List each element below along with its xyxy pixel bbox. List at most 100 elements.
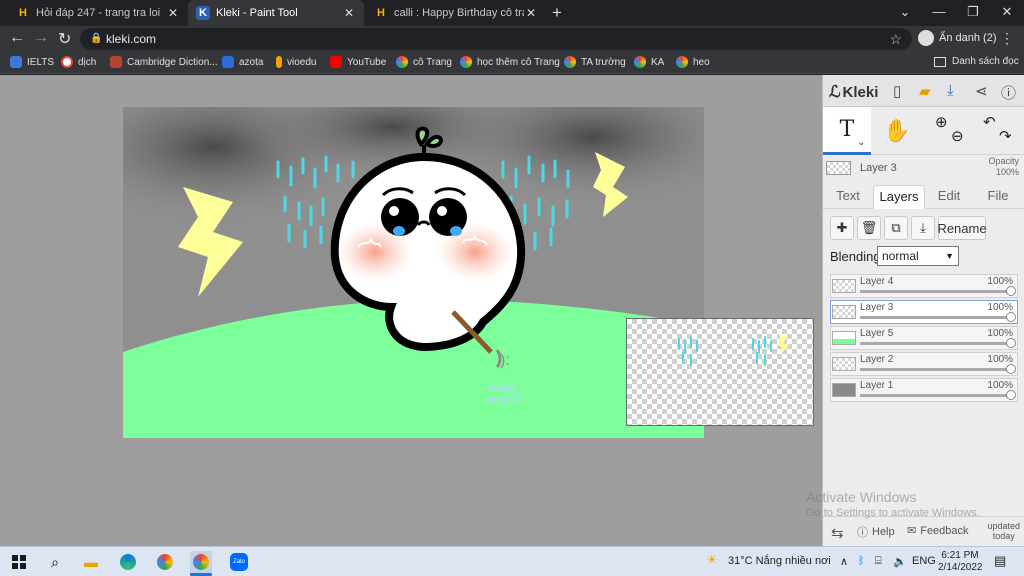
bookmark-item[interactable]: heo: [676, 56, 710, 68]
reading-list-label: Danh sách đọc: [952, 56, 1019, 67]
file-explorer-icon[interactable]: ▬: [80, 551, 102, 573]
layer-item[interactable]: Layer 4 100%: [830, 274, 1018, 298]
duplicate-layer-button[interactable]: ⧉: [884, 216, 908, 240]
download-icon[interactable]: ⤓: [947, 82, 954, 99]
close-icon[interactable]: ✕: [524, 6, 538, 20]
reading-list-button[interactable]: Danh sách đọc: [934, 56, 1019, 67]
back-button[interactable]: ←: [9, 29, 25, 47]
clock[interactable]: 6:21 PM 2/14/2022: [938, 550, 983, 574]
layer-opacity-slider[interactable]: [860, 338, 1016, 348]
slider-knob[interactable]: [1006, 338, 1016, 348]
merge-layer-button[interactable]: ⤓: [911, 216, 935, 240]
feedback-label: Feedback: [920, 524, 969, 537]
bookmark-item[interactable]: YouTube: [330, 56, 386, 68]
blending-select[interactable]: normal ▼: [877, 246, 959, 266]
open-folder-icon[interactable]: ▰: [919, 82, 931, 100]
cambridge-icon: [110, 56, 122, 68]
slider-fill: [860, 290, 1013, 293]
hand-tool-button[interactable]: ✋: [873, 107, 921, 155]
layer-item[interactable]: Layer 1 100%: [830, 378, 1018, 402]
zalo-icon[interactable]: Zalo: [228, 551, 250, 573]
close-icon[interactable]: ✕: [342, 6, 356, 20]
slider-knob[interactable]: [1006, 312, 1016, 322]
reload-button[interactable]: ↻: [58, 29, 71, 49]
slider-fill: [860, 316, 1013, 319]
help-link[interactable]: ⓘ Help: [857, 524, 895, 540]
layer-item[interactable]: Layer 2 100%: [830, 352, 1018, 376]
vioedu-icon: [276, 56, 282, 68]
delete-layer-button[interactable]: 🗑: [857, 216, 881, 240]
swap-icon[interactable]: ⇆: [831, 524, 844, 542]
tab-hoidap[interactable]: H Hỏi đáp 247 - trang tra loi ✕: [8, 0, 188, 26]
layer-opacity-slider[interactable]: [860, 364, 1016, 374]
bookmark-label: heo: [693, 56, 710, 68]
bookmark-item[interactable]: TA trường: [564, 56, 626, 68]
add-layer-button[interactable]: ✚: [830, 216, 854, 240]
minimize-button[interactable]: —: [922, 0, 956, 26]
browser-menu-icon[interactable]: ⋮: [1000, 30, 1014, 47]
network-icon[interactable]: ⌸: [875, 555, 882, 568]
close-icon[interactable]: ✕: [166, 6, 180, 20]
tab-kleki[interactable]: K Kleki - Paint Tool ✕: [188, 0, 364, 26]
tab-layers[interactable]: Layers: [873, 185, 925, 209]
share-icon[interactable]: ⋖: [975, 82, 988, 100]
lock-icon: 🔒: [90, 33, 103, 44]
rename-layer-button[interactable]: Rename: [937, 216, 987, 240]
bookmark-item[interactable]: IELTS: [10, 56, 54, 68]
bookmark-star-icon[interactable]: ☆: [889, 28, 902, 50]
forward-button[interactable]: →: [33, 29, 49, 47]
kleki-favicon-icon: K: [196, 6, 210, 20]
help-icon[interactable]: ⓘ: [1001, 82, 1016, 103]
edge-icon[interactable]: [117, 551, 139, 573]
tab-file[interactable]: File: [975, 185, 1021, 209]
language-indicator[interactable]: ENG: [912, 555, 936, 567]
new-image-icon[interactable]: ▯: [893, 82, 901, 100]
volume-icon[interactable]: 🔈: [893, 555, 907, 568]
tray-expand-icon[interactable]: ∧: [840, 555, 848, 568]
undo-redo-buttons[interactable]: ↶ ↷: [975, 107, 1019, 155]
chrome-icon[interactable]: [154, 551, 176, 573]
layer-opacity-slider[interactable]: [860, 286, 1016, 296]
bookmark-item[interactable]: cô Trang: [396, 56, 452, 68]
weather-text[interactable]: 31°C Nắng nhiều nơi: [728, 555, 831, 567]
undo-icon[interactable]: ↶: [983, 113, 996, 131]
bookmark-item[interactable]: azota: [222, 56, 263, 68]
layer-opacity-slider[interactable]: [860, 390, 1016, 400]
close-window-button[interactable]: ✕: [990, 0, 1024, 26]
bluetooth-icon[interactable]: ᛒ: [858, 555, 865, 567]
redo-icon[interactable]: ↷: [999, 127, 1012, 145]
bookmark-item[interactable]: KA: [634, 56, 664, 68]
tab-search-button[interactable]: ⌄: [888, 0, 922, 26]
bookmark-item[interactable]: dịch: [61, 56, 96, 68]
windows-start-icon[interactable]: [8, 551, 30, 573]
bookmark-item[interactable]: học thêm cô Trang: [460, 56, 560, 68]
zoom-out-icon[interactable]: ⊖: [951, 127, 964, 145]
bookmark-item[interactable]: vioedu: [276, 56, 316, 68]
restore-button[interactable]: ❐: [956, 0, 990, 26]
new-tab-button[interactable]: +: [552, 3, 562, 23]
layer-item[interactable]: Layer 5 100%: [830, 326, 1018, 350]
chrome-icon: [564, 56, 576, 68]
current-layer-opacity: Opacity 100%: [988, 156, 1019, 178]
notification-icon[interactable]: ▤: [994, 553, 1006, 569]
incognito-profile-button[interactable]: Ẩn danh (2): [918, 30, 996, 46]
text-tool-button[interactable]: T ⌄: [823, 107, 871, 155]
tab-calli[interactable]: H calli : Happy Birthday cô trang trí ✕: [366, 0, 546, 26]
slider-knob[interactable]: [1006, 286, 1016, 296]
drawing-canvas[interactable]: ): reinny #hd247: [123, 107, 704, 438]
slider-knob[interactable]: [1006, 390, 1016, 400]
tab-edit[interactable]: Edit: [929, 185, 969, 209]
slider-knob[interactable]: [1006, 364, 1016, 374]
bookmark-item[interactable]: Cambridge Diction...: [110, 56, 218, 68]
zoom-in-icon[interactable]: ⊕: [935, 113, 948, 131]
chrome-icon: [396, 56, 408, 68]
feedback-link[interactable]: ✉ Feedback: [907, 524, 969, 538]
zoom-buttons[interactable]: ⊕ ⊖: [927, 107, 971, 155]
search-icon[interactable]: ⌕: [44, 551, 66, 573]
layer-opacity-slider[interactable]: [860, 312, 1016, 322]
layer-item-active[interactable]: Layer 3 100%: [830, 300, 1018, 324]
chrome-incognito-icon[interactable]: [190, 551, 212, 573]
kleki-logo[interactable]: ℒ Kleki: [829, 82, 878, 102]
address-bar[interactable]: 🔒 kleki.com ☆: [80, 28, 912, 50]
tab-text[interactable]: Text: [827, 185, 869, 209]
